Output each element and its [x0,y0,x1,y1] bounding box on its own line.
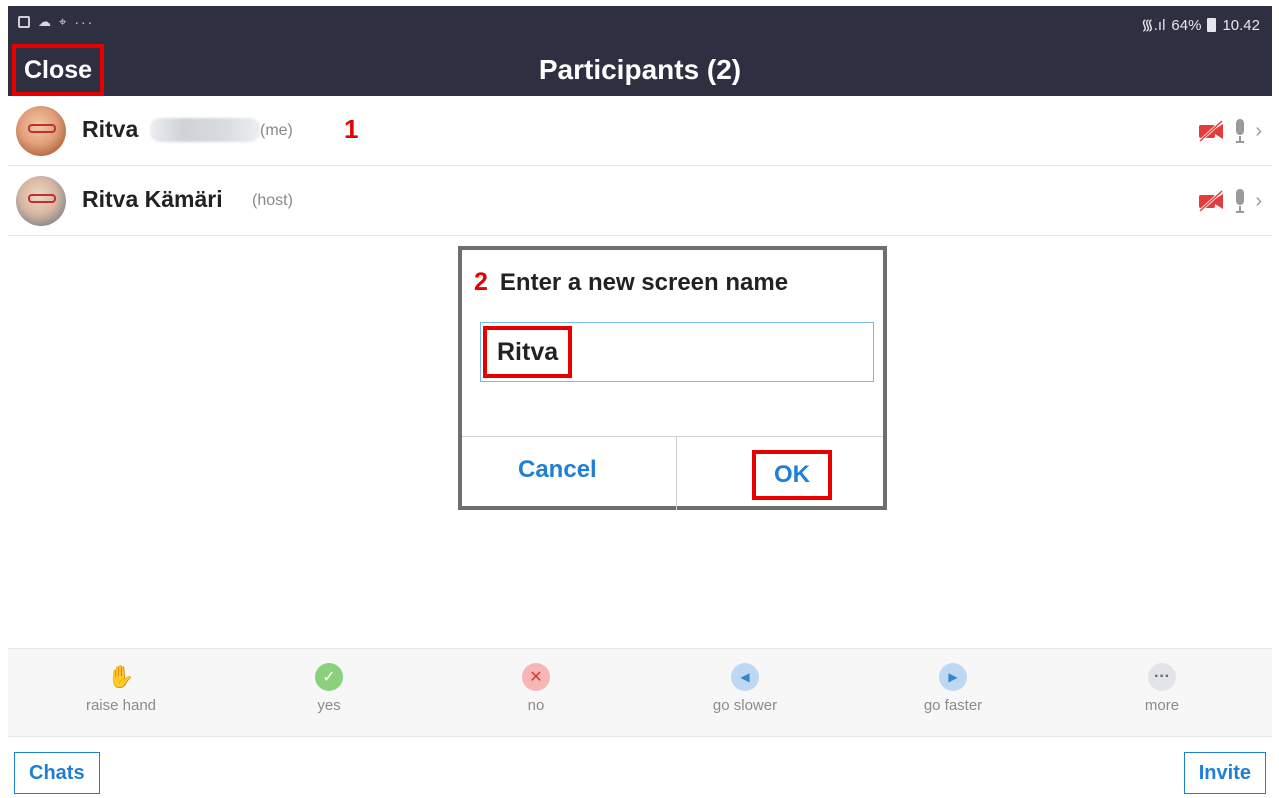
battery-icon [1207,18,1217,32]
avatar [16,176,66,226]
check-icon: ✓ [315,663,343,691]
dialog-title-text: Enter a new screen name [499,268,789,296]
participant-tag: (me) [260,122,293,139]
participant-row[interactable]: Ritva Kämäri (host) › [8,166,1272,236]
participant-tag: (host) [252,192,293,209]
microphone-icon [1236,119,1245,143]
go-faster-icon: ▶ [939,663,967,691]
reaction-go-faster[interactable]: ▶ go faster [893,663,1013,714]
clock: 10.42 [1222,16,1260,34]
page-title: Participants (2) [538,54,742,85]
ok-button[interactable]: OK [752,450,832,500]
participant-row[interactable]: Ritva (me) 1 › [8,96,1272,166]
chevron-right-icon[interactable]: › [1255,190,1262,213]
invite-button[interactable]: Invite [1183,752,1266,794]
participant-name: Ritva [82,116,139,142]
title-bar: Close Participants (2) [8,42,1272,96]
go-slower-icon: ◀ [731,663,759,691]
reaction-yes[interactable]: ✓ yes [269,663,389,714]
chats-button[interactable]: Chats [14,752,100,794]
more-icon: ··· [1148,663,1176,691]
x-icon: ✕ [522,663,550,691]
avatar [16,106,66,156]
divider [676,436,677,510]
reaction-label: go faster [923,697,983,714]
battery-percent: 64% [1171,16,1202,34]
status-bar: ☁ ⌖ ··· ᯾.ıl 64% 10.42 [8,6,1272,42]
step-marker: 1 [344,114,359,144]
location-icon: ⌖ [59,14,67,29]
blurred-surname [150,118,260,142]
more-notifications-icon: ··· [74,14,95,30]
reaction-label: go slower [712,697,778,714]
raise-hand-icon: ✋ [107,664,135,689]
screen-name-input[interactable]: Ritva [480,322,874,382]
gallery-icon [18,16,30,28]
reaction-go-slower[interactable]: ◀ go slower [685,663,805,714]
rename-dialog: 2 Enter a new screen name Ritva Cancel O… [458,246,887,510]
dialog-title: 2 Enter a new screen name [474,268,788,297]
chevron-right-icon[interactable]: › [1255,120,1262,143]
reaction-label: no [527,697,545,714]
divider [462,436,883,437]
reaction-raise-hand[interactable]: ✋ raise hand [61,663,181,714]
step-marker: 2 [474,268,488,296]
app-window: ☁ ⌖ ··· ᯾.ıl 64% 10.42 Close Participant… [8,6,1272,798]
cancel-button[interactable]: Cancel [518,456,597,484]
reaction-label: more [1144,697,1180,714]
video-off-icon [1199,119,1224,143]
reactions-bar: ✋ raise hand ✓ yes ✕ no ◀ go slower ▶ go… [8,648,1272,736]
cloud-icon: ☁ [38,14,51,29]
reaction-no[interactable]: ✕ no [476,663,596,714]
reaction-more[interactable]: ··· more [1102,663,1222,714]
video-off-icon [1199,189,1224,213]
signal-icon: ᯾.ıl [1140,17,1166,34]
bottom-bar: Chats Invite [8,736,1272,798]
microphone-icon [1236,189,1245,213]
reaction-label: yes [317,697,341,714]
screen-name-value[interactable]: Ritva [483,326,573,378]
reaction-label: raise hand [85,697,157,714]
participant-name: Ritva Kämäri [82,186,223,212]
participant-list: Ritva (me) 1 › Ritva Kämäri (host) › [8,96,1272,236]
